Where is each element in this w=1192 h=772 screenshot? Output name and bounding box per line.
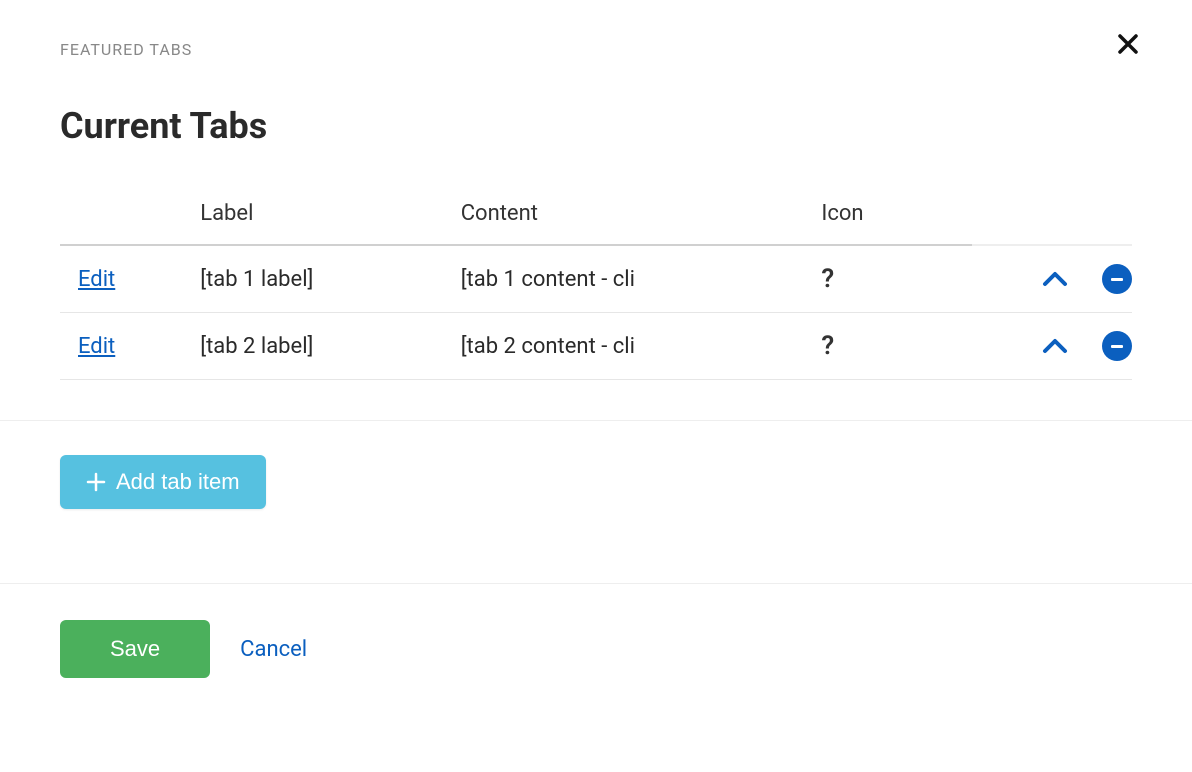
row-label: [tab 2 label] (190, 313, 450, 380)
remove-button[interactable] (1102, 331, 1132, 361)
add-button-label: Add tab item (116, 469, 240, 495)
chevron-up-icon (1042, 270, 1068, 288)
tabs-table: Label Content Icon Edit [tab 1 label] [t… (60, 187, 1132, 380)
save-button[interactable]: Save (60, 620, 210, 678)
question-icon: ? (821, 264, 834, 294)
close-button[interactable] (1112, 28, 1144, 60)
remove-button[interactable] (1102, 264, 1132, 294)
row-content: [tab 2 content - cli (451, 313, 812, 380)
plus-icon (86, 472, 106, 492)
edit-link[interactable]: Edit (78, 334, 115, 359)
column-header-icon: Icon (811, 187, 971, 245)
question-icon: ? (821, 331, 834, 361)
column-header-content: Content (451, 187, 812, 245)
minus-icon (1111, 278, 1123, 281)
close-icon (1116, 32, 1140, 56)
move-up-button[interactable] (1042, 270, 1068, 288)
cancel-link[interactable]: Cancel (240, 637, 307, 662)
add-tab-item-button[interactable]: Add tab item (60, 455, 266, 509)
page-title: Current Tabs (60, 105, 1132, 147)
eyebrow-label: FEATURED TABS (60, 40, 1132, 59)
edit-link[interactable]: Edit (78, 267, 115, 292)
column-header-label: Label (190, 187, 450, 245)
row-content: [tab 1 content - cli (451, 245, 812, 313)
table-row: Edit [tab 1 label] [tab 1 content - cli … (60, 245, 1132, 313)
table-row: Edit [tab 2 label] [tab 2 content - cli … (60, 313, 1132, 380)
minus-icon (1111, 345, 1123, 348)
chevron-up-icon (1042, 337, 1068, 355)
move-up-button[interactable] (1042, 337, 1068, 355)
row-label: [tab 1 label] (190, 245, 450, 313)
